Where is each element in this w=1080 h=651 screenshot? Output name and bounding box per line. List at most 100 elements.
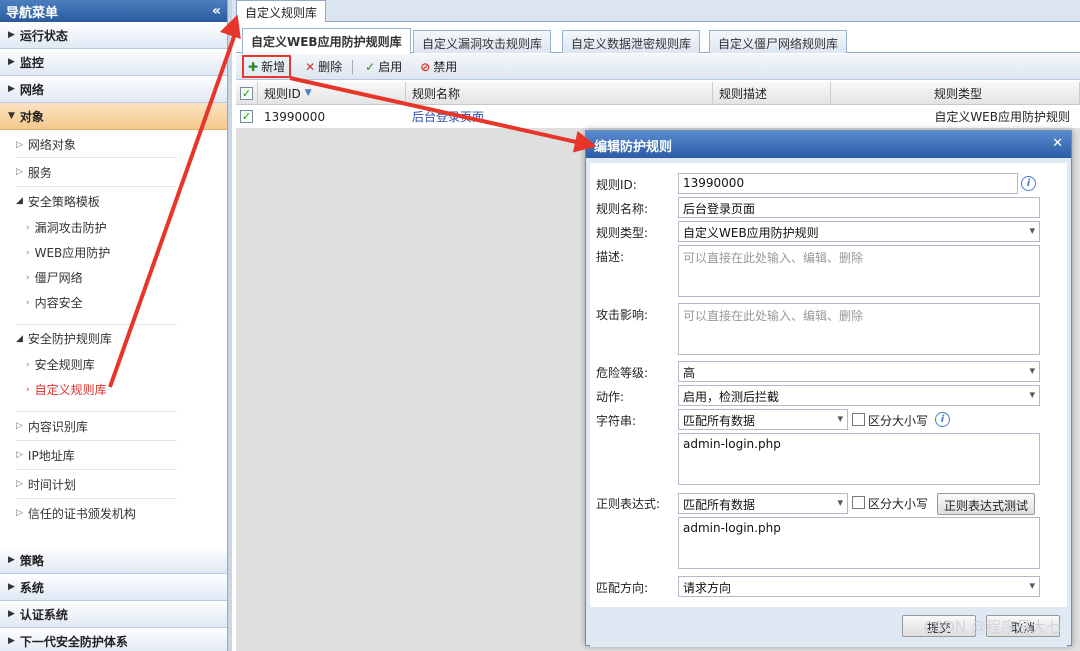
col-rule-desc[interactable]: 规则描述 [713, 82, 831, 104]
nav-item-vuln-protection[interactable]: › 漏洞攻击防护 [0, 215, 227, 240]
row-checkbox[interactable]: ✓ [236, 105, 258, 128]
tree-arrow-icon: › [26, 384, 30, 395]
cell-rule-type: 自定义WEB应用防护规则 [934, 110, 1070, 124]
nav-item-policy-template[interactable]: ◢ 安全策略模板 [0, 187, 227, 215]
regex-mode-select[interactable]: 匹配所有数据 [678, 493, 848, 514]
nav-item-ip-address[interactable]: ▷ IP地址库 [0, 441, 227, 469]
nav-item-ca[interactable]: ▷ 信任的证书颁发机构 [0, 499, 227, 527]
tab-botnet-rules[interactable]: 自定义僵尸网络规则库 [709, 30, 848, 53]
nav-title: 导航菜单 [6, 5, 59, 21]
risk-level-select[interactable]: 高 [678, 361, 1040, 382]
plus-icon: ✚ [248, 59, 259, 74]
regex-case-checkbox[interactable] [852, 496, 865, 509]
rule-name-field[interactable]: 后台登录页面 [678, 197, 1040, 218]
nav-section-ngfw[interactable]: ▶ 下一代安全防护体系 [0, 628, 227, 651]
tab-custom-rule-library[interactable]: 自定义规则库 [236, 0, 327, 22]
col-rule-name[interactable]: 规则名称 [406, 82, 713, 104]
label-rule-id: 规则ID: [596, 178, 637, 192]
nav-item-web-protection[interactable]: › WEB应用防护 [0, 240, 227, 265]
action-select[interactable]: 启用，检测后拦截 [678, 385, 1040, 406]
nav-section-auth[interactable]: ▶ 认证系统 [0, 601, 227, 628]
tree-arrow-icon: ▷ [16, 139, 23, 150]
nav-item-content-id[interactable]: ▷ 内容识别库 [0, 412, 227, 440]
ban-icon: ⊘ [420, 59, 431, 74]
cell-rule-id: 13990000 [264, 109, 326, 124]
nav-section-system[interactable]: ▶ 系统 [0, 574, 227, 601]
col-rule-type[interactable]: 规则类型 [831, 82, 1080, 104]
rule-id-field[interactable]: 13990000 [678, 173, 1018, 194]
collapse-icon[interactable]: « [212, 3, 221, 19]
sort-desc-icon: ▼ [304, 88, 312, 98]
cell-rule-desc [713, 105, 831, 128]
cell-rule-name[interactable]: 后台登录页面 [406, 105, 713, 128]
description-textarea[interactable]: 可以直接在此处输入、编辑、删除 [678, 245, 1040, 297]
dialog-titlebar: 编辑防护规则 ✕ [586, 131, 1071, 158]
label-string: 字符串: [596, 414, 637, 428]
tree-arrow-icon: ▷ [16, 450, 23, 460]
table-row[interactable]: ✓ 13990000 后台登录页面 自定义WEB应用防护规则 [236, 105, 1080, 129]
nav-header: 导航菜单 « [0, 0, 227, 22]
check-icon: ✓ [365, 59, 376, 74]
nav-item-schedule[interactable]: ▷ 时间计划 [0, 470, 227, 498]
string-mode-select[interactable]: 匹配所有数据 [678, 409, 848, 430]
nav-item-services[interactable]: ▷ 服务 [0, 158, 227, 186]
delete-x-icon: ✕ [305, 59, 316, 74]
nav-section-network[interactable]: ▶ 网络 [0, 76, 227, 103]
tab-vuln-rules[interactable]: 自定义漏洞攻击规则库 [413, 30, 552, 53]
info-icon[interactable]: i [1021, 176, 1036, 191]
match-direction-select[interactable]: 请求方向 [678, 576, 1040, 597]
nav-section-status[interactable]: ▶ 运行状态 [0, 22, 227, 49]
toolbar: ✚ 新增 ✕ 删除 ✓ 启用 ⊘ 禁用 [236, 54, 1080, 80]
nav-sidebar: 导航菜单 « ▶ 运行状态 ▶ 监控 ▶ 网络 ▼ 对象 ▷ 网络对象 ▷ 服务 ◢ 安全策略… [0, 0, 228, 651]
label-attack-impact: 攻击影响: [596, 308, 649, 322]
tree-open-icon: ◢ [16, 333, 23, 344]
expand-arrow-icon: ▶ [8, 636, 15, 646]
string-case-label: 区分大小写 [868, 414, 929, 428]
nav-item-content-security[interactable]: › 内容安全 [0, 290, 227, 315]
tree-arrow-icon: › [26, 272, 30, 283]
label-rule-type: 规则类型: [596, 226, 649, 240]
tree-arrow-icon: › [26, 222, 30, 233]
close-icon[interactable]: ✕ [1052, 136, 1063, 153]
nav-section-objects[interactable]: ▼ 对象 [0, 103, 227, 130]
delete-button[interactable]: ✕ 删除 [301, 57, 346, 76]
rule-type-select[interactable]: 自定义WEB应用防护规则 [678, 221, 1040, 242]
edit-rule-dialog: 编辑防护规则 ✕ 规则ID: 13990000 i 规则名称: 后台登录页面 规… [585, 130, 1072, 647]
expand-arrow-icon: ▶ [8, 582, 15, 592]
tree-arrow-icon: › [26, 297, 30, 308]
regex-textarea[interactable]: admin-login.php [678, 517, 1040, 569]
dialog-title: 编辑防护规则 [594, 140, 673, 155]
add-button[interactable]: ✚ 新增 [242, 55, 292, 78]
string-textarea[interactable]: admin-login.php [678, 433, 1040, 485]
string-case-checkbox[interactable] [852, 413, 865, 426]
nav-section-policy[interactable]: ▶ 策略 [0, 547, 227, 574]
tree-arrow-icon: ▷ [16, 421, 23, 431]
label-rule-name: 规则名称: [596, 202, 649, 216]
disable-button[interactable]: ⊘ 禁用 [416, 57, 461, 76]
tab-web-protection-rules[interactable]: 自定义WEB应用防护规则库 [242, 28, 411, 54]
tree-arrow-icon: ▷ [16, 479, 23, 489]
regex-case-label: 区分大小写 [868, 497, 929, 511]
expand-arrow-icon: ▶ [8, 555, 15, 565]
outer-tabbar: 自定义规则库 [232, 0, 1080, 22]
label-regex: 正则表达式: [596, 497, 661, 511]
attack-impact-textarea[interactable]: 可以直接在此处输入、编辑、删除 [678, 303, 1040, 355]
label-description: 描述: [596, 250, 625, 264]
regex-test-button[interactable]: 正则表达式测试 [937, 493, 1036, 515]
nav-item-rule-library[interactable]: ◢ 安全防护规则库 [0, 325, 227, 352]
label-action: 动作: [596, 390, 625, 404]
nav-section-monitor[interactable]: ▶ 监控 [0, 49, 227, 76]
annotation-arrowhead-icon [572, 130, 600, 158]
nav-item-botnet[interactable]: › 僵尸网络 [0, 265, 227, 290]
label-match-direction: 匹配方向: [596, 581, 649, 595]
inner-tabbar: 自定义WEB应用防护规则库 自定义漏洞攻击规则库 自定义数据泄密规则库 自定义僵… [236, 28, 1080, 54]
info-icon[interactable]: i [935, 412, 950, 427]
tab-data-leak-rules[interactable]: 自定义数据泄密规则库 [562, 30, 701, 53]
enable-button[interactable]: ✓ 启用 [361, 57, 406, 76]
select-all-checkbox[interactable]: ✓ [236, 82, 258, 104]
tree-open-icon: ◢ [16, 196, 23, 206]
watermark: CSDN @程序员大七 [923, 618, 1061, 636]
expand-arrow-icon: ▶ [8, 609, 15, 619]
tree-arrow-icon: ▷ [16, 508, 23, 518]
label-risk-level: 危险等级: [596, 366, 649, 380]
